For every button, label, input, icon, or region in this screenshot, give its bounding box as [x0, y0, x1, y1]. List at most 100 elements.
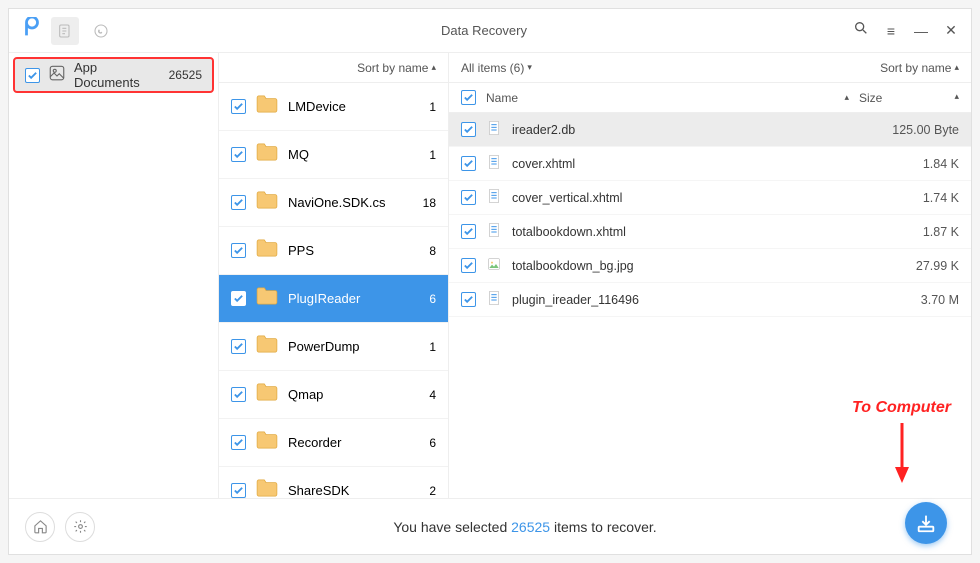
recover-to-computer-button[interactable] — [905, 502, 947, 544]
checkbox-icon[interactable] — [231, 435, 246, 450]
checkbox-icon[interactable] — [25, 68, 40, 83]
folder-panel: Sort by name▴ LMDevice1MQ1NaviOne.SDK.cs… — [219, 53, 449, 498]
sidebar-item-app-documents[interactable]: App Documents 26525 — [13, 57, 214, 93]
file-list: ireader2.db125.00 Bytecover.xhtml1.84 Kc… — [449, 113, 971, 498]
column-size-header[interactable]: Size ▴ — [859, 91, 959, 105]
file-type-icon — [486, 153, 502, 174]
checkbox-icon[interactable] — [231, 147, 246, 162]
file-row[interactable]: totalbookdown.xhtml1.87 K — [449, 215, 971, 249]
column-name-header[interactable]: Name — [486, 91, 831, 105]
file-panel: All items (6)▾ Sort by name▴ Name ▴ Size… — [449, 53, 971, 498]
checkbox-icon[interactable] — [461, 190, 476, 205]
file-row[interactable]: totalbookdown_bg.jpg 27.99 K — [449, 249, 971, 283]
checkbox-icon[interactable] — [231, 291, 246, 306]
select-all-checkbox[interactable] — [461, 90, 476, 105]
checkbox-icon[interactable] — [461, 258, 476, 273]
checkbox-icon[interactable] — [461, 224, 476, 239]
nav-whatsapp-icon[interactable] — [87, 17, 115, 45]
window-title: Data Recovery — [115, 23, 853, 38]
nav-docs-icon[interactable] — [51, 17, 79, 45]
folder-row[interactable]: MQ1 — [219, 131, 448, 179]
checkbox-icon[interactable] — [231, 483, 246, 498]
footer-left — [25, 512, 95, 542]
file-type-icon — [486, 289, 502, 310]
checkbox-icon[interactable] — [461, 292, 476, 307]
file-type-icon — [486, 187, 502, 208]
file-size: 1.84 K — [859, 157, 959, 171]
file-name: totalbookdown.xhtml — [512, 225, 849, 239]
sidebar: App Documents 26525 — [9, 53, 219, 498]
file-type-icon — [486, 221, 502, 242]
app-logo-icon — [21, 17, 43, 44]
folder-row[interactable]: PowerDump1 — [219, 323, 448, 371]
folder-row[interactable]: Recorder 6 — [219, 419, 448, 467]
folder-row[interactable]: ShareSDK2 — [219, 467, 448, 498]
footer-text-post: items to recover. — [550, 519, 657, 535]
folder-row[interactable]: Qmap 4 — [219, 371, 448, 419]
caret-up-icon: ▴ — [954, 62, 959, 73]
folder-row[interactable]: NaviOne.SDK.cs 18 — [219, 179, 448, 227]
titlebar-right: ≡ — ✕ — [853, 20, 959, 41]
folder-icon — [256, 431, 278, 454]
checkbox-icon[interactable] — [231, 339, 246, 354]
folder-row[interactable]: PlugIReader6 — [219, 275, 448, 323]
folder-count: 18 — [418, 196, 436, 210]
home-button[interactable] — [25, 512, 55, 542]
column-size-label: Size — [859, 91, 882, 105]
table-header: Name ▴ Size ▴ — [449, 83, 971, 113]
checkbox-icon[interactable] — [461, 156, 476, 171]
caret-down-icon[interactable]: ▾ — [527, 62, 532, 73]
folder-name: ShareSDK — [288, 483, 408, 498]
close-button[interactable]: ✕ — [943, 22, 959, 39]
folder-name: Qmap — [288, 387, 408, 402]
file-size: 3.70 M — [859, 293, 959, 307]
sidebar-item-label: App Documents — [74, 60, 161, 90]
settings-button[interactable] — [65, 512, 95, 542]
footer-status: You have selected 26525 items to recover… — [95, 519, 955, 535]
minimize-button[interactable]: — — [913, 23, 929, 39]
folder-icon — [256, 479, 278, 498]
folder-sort-header[interactable]: Sort by name▴ — [219, 53, 448, 83]
folder-row[interactable]: PPS8 — [219, 227, 448, 275]
folder-count: 6 — [418, 436, 436, 450]
file-row[interactable]: plugin_ireader_1164963.70 M — [449, 283, 971, 317]
app-docs-icon — [48, 64, 66, 87]
checkbox-icon[interactable] — [231, 99, 246, 114]
checkbox-icon[interactable] — [231, 387, 246, 402]
folder-count: 1 — [418, 148, 436, 162]
checkbox-icon[interactable] — [231, 195, 246, 210]
file-sort-label[interactable]: Sort by name — [880, 61, 951, 75]
file-row[interactable]: cover_vertical.xhtml1.74 K — [449, 181, 971, 215]
folder-icon — [256, 335, 278, 358]
footer-count: 26525 — [511, 519, 550, 535]
folder-icon — [256, 143, 278, 166]
app-window: Data Recovery ≡ — ✕ App Documents 26525 … — [8, 8, 972, 555]
file-size: 125.00 Byte — [859, 123, 959, 137]
folder-name: PowerDump — [288, 339, 408, 354]
folder-row[interactable]: LMDevice1 — [219, 83, 448, 131]
folder-count: 4 — [418, 388, 436, 402]
search-icon[interactable] — [853, 20, 869, 41]
file-name: totalbookdown_bg.jpg — [512, 259, 849, 273]
folder-icon — [256, 95, 278, 118]
folder-name: Recorder — [288, 435, 408, 450]
checkbox-icon[interactable] — [231, 243, 246, 258]
file-panel-header: All items (6)▾ Sort by name▴ — [449, 53, 971, 83]
checkbox-icon[interactable] — [461, 122, 476, 137]
file-row[interactable]: cover.xhtml1.84 K — [449, 147, 971, 181]
sidebar-item-count: 26525 — [169, 68, 202, 82]
footer: You have selected 26525 items to recover… — [9, 498, 971, 554]
file-size: 27.99 K — [859, 259, 959, 273]
folder-name: LMDevice — [288, 99, 408, 114]
menu-icon[interactable]: ≡ — [883, 23, 899, 39]
folder-name: NaviOne.SDK.cs — [288, 195, 408, 210]
footer-text-pre: You have selected — [393, 519, 511, 535]
file-row[interactable]: ireader2.db 125.00 Byte — [449, 113, 971, 147]
folder-name: PlugIReader — [288, 291, 408, 306]
column-name-label: Name — [486, 91, 518, 105]
folder-icon — [256, 191, 278, 214]
file-name: ireader2.db — [512, 123, 849, 137]
file-name: cover_vertical.xhtml — [512, 191, 849, 205]
caret-up-icon: ▴ — [844, 92, 849, 103]
caret-up-icon: ▴ — [954, 91, 959, 105]
